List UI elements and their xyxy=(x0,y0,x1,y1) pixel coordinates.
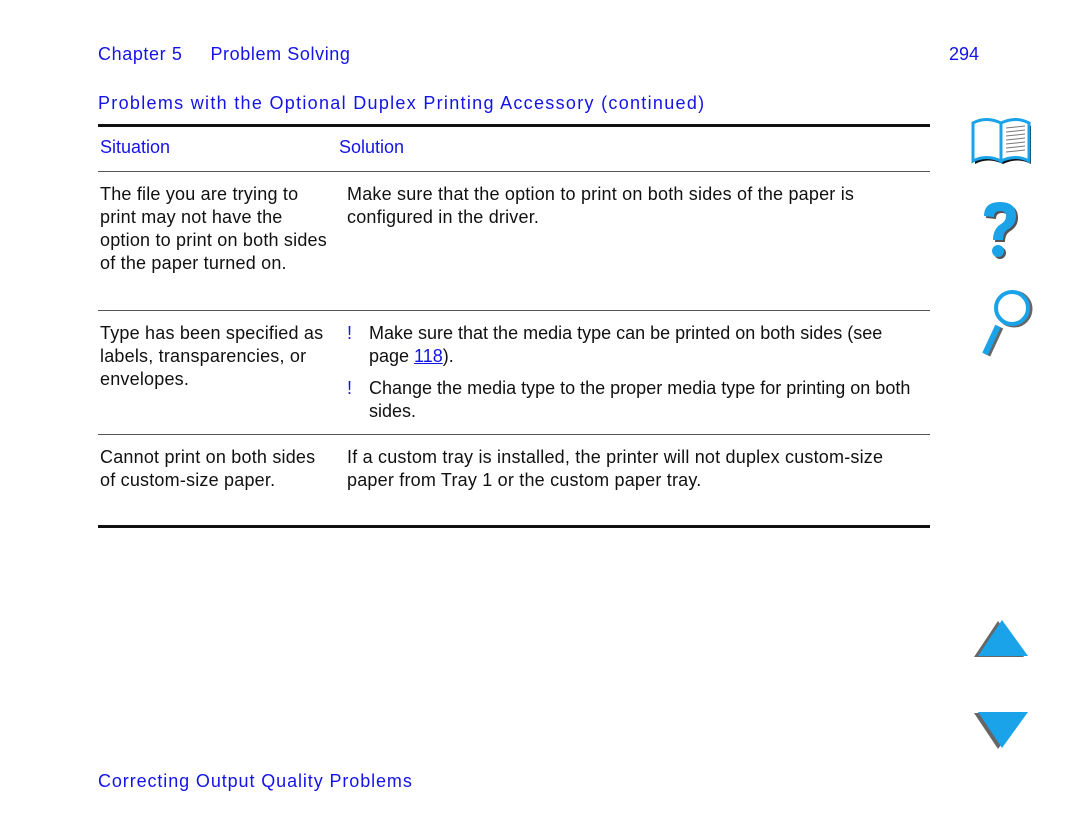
book-icon[interactable] xyxy=(968,114,1036,166)
situation-cell: Cannot print on both sides of custom-siz… xyxy=(100,447,316,490)
solution-cell: If a custom tray is installed, the print… xyxy=(347,447,884,490)
row-divider xyxy=(98,434,930,435)
help-question-icon[interactable] xyxy=(978,198,1026,264)
footer-section-link[interactable]: Correcting Output Quality Problems xyxy=(98,771,413,792)
previous-page-arrow-icon[interactable] xyxy=(972,618,1030,660)
bullet-text: Change the media type to the proper medi… xyxy=(369,378,911,421)
chapter-title: Problem Solving xyxy=(210,44,351,64)
table-bottom-rule xyxy=(98,525,930,528)
solution-cell: Make sure that the option to print on bo… xyxy=(347,184,855,227)
bullet-text-part: ). xyxy=(442,346,454,366)
search-magnifier-icon[interactable] xyxy=(978,288,1036,358)
page-link-118[interactable]: 118 xyxy=(414,346,443,366)
bullet-marker: ! xyxy=(347,378,353,398)
chapter-header: Chapter 5 Problem Solving xyxy=(98,44,351,65)
section-title: Problems with the Optional Duplex Printi… xyxy=(98,93,706,113)
page-number: 294 xyxy=(949,44,980,64)
next-page-arrow-icon[interactable] xyxy=(972,710,1030,752)
row-divider xyxy=(98,310,930,311)
chapter-label: Chapter 5 xyxy=(98,44,183,64)
situation-cell: The file you are trying to print may not… xyxy=(100,184,327,273)
solution-bullet: ! Change the media type to the proper me… xyxy=(0,377,930,423)
bullet-marker: ! xyxy=(347,323,353,343)
table-header-rule xyxy=(98,171,930,172)
solution-bullet: ! Make sure that the media type can be p… xyxy=(0,322,930,368)
column-header-situation: Situation xyxy=(100,137,171,157)
table-top-rule xyxy=(98,124,930,127)
column-header-solution: Solution xyxy=(339,137,405,157)
bullet-text: Make sure that the media type can be pri… xyxy=(369,322,919,368)
